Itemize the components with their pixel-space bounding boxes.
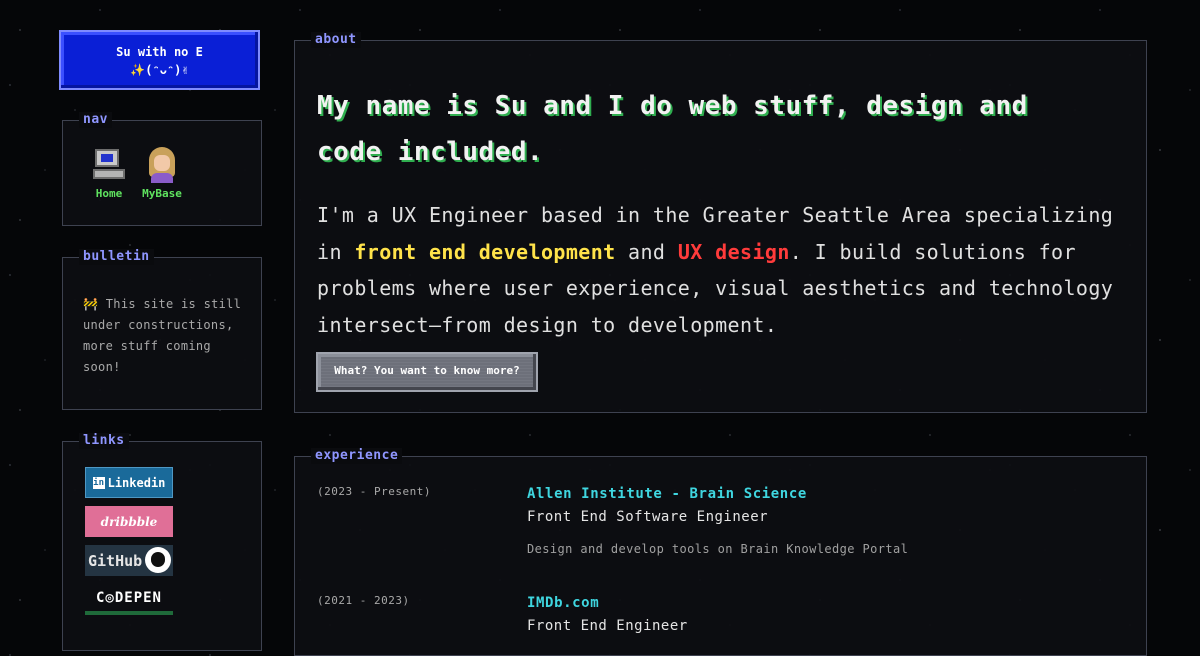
links-legend: links xyxy=(79,433,129,449)
logo-title: Su with no E xyxy=(116,45,203,59)
github-link[interactable]: GitHub xyxy=(85,545,173,576)
experience-company[interactable]: IMDb.com xyxy=(527,595,599,611)
codepen-label: C◎DEPEN xyxy=(95,589,162,606)
about-legend: about xyxy=(311,32,361,48)
highlight-ux-design: UX design xyxy=(677,239,790,264)
codepen-link[interactable]: C◎DEPEN xyxy=(85,584,173,615)
experience-description: Design and develop tools on Brain Knowle… xyxy=(527,542,909,556)
experience-panel: experience (2023 - Present) Allen Instit… xyxy=(294,448,1147,656)
nav-item-home[interactable]: Home xyxy=(89,147,129,200)
about-headline: My name is Su and I do web stuff, design… xyxy=(317,91,1028,167)
site-logo[interactable]: Su with no E ✨(ᵔᴗᵔ)✌ xyxy=(59,30,260,90)
nav-item-mybase[interactable]: MyBase xyxy=(137,147,187,200)
dribbble-label: dribbble xyxy=(100,514,158,529)
links-panel: links in Linkedin dribbble GitHub C◎DEPE… xyxy=(62,433,262,651)
experience-role: Front End Engineer xyxy=(527,618,688,634)
experience-role: Front End Software Engineer xyxy=(527,509,769,525)
experience-legend: experience xyxy=(311,448,403,464)
nav-item-mybase-label: MyBase xyxy=(142,187,182,200)
experience-date: (2023 - Present) xyxy=(317,485,431,498)
dribbble-link[interactable]: dribbble xyxy=(85,506,173,537)
nav-item-home-label: Home xyxy=(95,187,123,200)
linkedin-label: Linkedin xyxy=(107,475,166,490)
experience-date: (2021 - 2023) xyxy=(317,594,410,607)
octocat-icon xyxy=(145,547,171,573)
bulletin-legend: bulletin xyxy=(79,249,154,265)
experience-company[interactable]: Allen Institute - Brain Science xyxy=(527,486,807,502)
nav-panel: nav Home MyBase xyxy=(62,112,262,226)
know-more-button[interactable]: What? You want to know more? xyxy=(316,352,538,392)
linkedin-link[interactable]: in Linkedin xyxy=(85,467,173,498)
github-label: GitHub xyxy=(88,551,143,570)
computer-icon xyxy=(93,147,125,183)
logo-emoticon: ✨(ᵔᴗᵔ)✌ xyxy=(130,63,189,77)
intro-text-2: and xyxy=(615,239,678,264)
bulletin-message: 🚧 This site is still under constructions… xyxy=(83,297,242,374)
nav-legend: nav xyxy=(79,112,112,128)
avatar-icon xyxy=(146,147,178,183)
about-intro: I'm a UX Engineer based in the Greater S… xyxy=(317,197,1127,343)
about-panel: about My name is Su and I do web stuff, … xyxy=(294,32,1147,413)
linkedin-icon: in xyxy=(92,476,105,489)
highlight-front-end: front end development xyxy=(354,239,616,264)
bulletin-panel: bulletin 🚧 This site is still under cons… xyxy=(62,249,262,410)
